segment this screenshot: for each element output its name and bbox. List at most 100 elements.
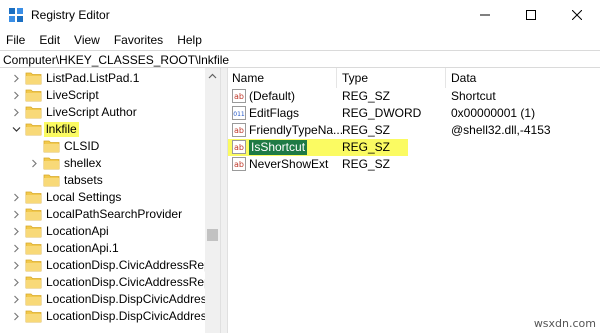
value-row[interactable]: ab (Default) REG_SZ Shortcut xyxy=(228,88,600,105)
chevron-right-icon[interactable] xyxy=(12,91,21,100)
tree-item[interactable]: LocationApi xyxy=(0,223,205,240)
chevron-right-icon[interactable] xyxy=(12,108,21,117)
column-header-data[interactable]: Data xyxy=(451,68,476,88)
svg-text:ab: ab xyxy=(234,92,244,101)
tree-item-label[interactable]: Local Settings xyxy=(44,190,123,205)
scroll-up-icon[interactable] xyxy=(208,72,217,81)
chevron-right-icon[interactable] xyxy=(12,193,21,202)
tree-item-label[interactable]: LocationDisp.CivicAddressReport xyxy=(44,258,220,273)
watermark: wsxdn.com xyxy=(533,317,596,330)
menu-help[interactable]: Help xyxy=(170,30,209,50)
registry-editor-icon xyxy=(9,8,23,22)
folder-icon xyxy=(43,174,60,187)
tree-item-label[interactable]: LocalPathSearchProvider xyxy=(44,207,184,222)
value-data: @shell32.dll,-4153 xyxy=(451,123,551,137)
value-name[interactable]: FriendlyTypeNa... xyxy=(249,123,343,138)
chevron-right-icon[interactable] xyxy=(30,159,39,168)
value-row[interactable]: ab NeverShowExt REG_SZ xyxy=(228,156,600,173)
chevron-right-icon[interactable] xyxy=(12,295,21,304)
pane-splitter[interactable] xyxy=(220,68,228,333)
maximize-button[interactable] xyxy=(508,0,554,30)
tree-item-label[interactable]: shellex xyxy=(62,156,103,171)
value-row[interactable]: 011 EditFlags REG_DWORD 0x00000001 (1) xyxy=(228,105,600,122)
value-type: REG_SZ xyxy=(342,157,391,171)
tree-item-label[interactable]: tabsets xyxy=(62,173,105,188)
value-data: 0x00000001 (1) xyxy=(451,106,536,120)
tree-item[interactable]: lnkfile xyxy=(0,121,205,138)
folder-icon xyxy=(43,140,60,153)
menu-edit[interactable]: Edit xyxy=(32,30,67,50)
tree-item[interactable]: LiveScript xyxy=(0,87,205,104)
tree-item[interactable]: ListPad.ListPad.1 xyxy=(0,70,205,87)
tree-vertical-scrollbar[interactable] xyxy=(205,68,220,333)
chevron-right-icon[interactable] xyxy=(12,278,21,287)
column-header-name[interactable]: Name xyxy=(232,68,264,88)
svg-text:ab: ab xyxy=(234,143,244,152)
value-row[interactable]: ab IsShortcut REG_SZ xyxy=(228,139,600,156)
address-path[interactable]: Computer\HKEY_CLASSES_ROOT\lnkfile xyxy=(3,53,229,67)
address-bar[interactable]: Computer\HKEY_CLASSES_ROOT\lnkfile xyxy=(0,50,600,68)
chevron-right-icon[interactable] xyxy=(12,227,21,236)
column-header-type[interactable]: Type xyxy=(342,68,368,88)
tree-item[interactable]: CLSID xyxy=(0,138,205,155)
value-type: REG_SZ xyxy=(342,123,391,137)
tree-item[interactable]: LocationDisp.CivicAddressReport xyxy=(0,274,220,291)
tree-item[interactable]: tabsets xyxy=(0,172,205,189)
close-button[interactable] xyxy=(554,0,600,30)
chevron-right-icon[interactable] xyxy=(12,210,21,219)
chevron-down-icon[interactable] xyxy=(12,125,21,134)
tree-item[interactable]: LocationApi.1 xyxy=(0,240,205,257)
tree-item[interactable]: shellex xyxy=(0,155,205,172)
scrollbar-thumb[interactable] xyxy=(207,229,218,241)
tree-item-label[interactable]: ListPad.ListPad.1 xyxy=(44,71,141,86)
value-name[interactable]: NeverShowExt xyxy=(249,157,328,172)
tree-item-label[interactable]: LiveScript xyxy=(44,88,101,103)
binary-value-icon: 011 xyxy=(232,106,246,120)
tree-item-label[interactable]: LocationDisp.DispCivicAddressRe xyxy=(44,309,220,324)
minimize-button[interactable] xyxy=(462,0,508,30)
folder-open-icon xyxy=(25,123,42,136)
tree-item-label[interactable]: lnkfile xyxy=(44,122,79,137)
tree-item[interactable]: LocationDisp.CivicAddressReport xyxy=(0,257,220,274)
tree-item-label[interactable]: LocationDisp.CivicAddressReport xyxy=(44,275,220,290)
tree-item-label[interactable]: CLSID xyxy=(62,139,101,154)
folder-icon xyxy=(25,293,42,306)
folder-icon xyxy=(25,89,42,102)
column-divider[interactable] xyxy=(445,68,446,88)
folder-icon xyxy=(25,72,42,85)
value-name[interactable]: EditFlags xyxy=(249,106,299,121)
value-name[interactable]: (Default) xyxy=(249,89,295,104)
string-value-icon: ab xyxy=(232,89,246,103)
tree-item[interactable]: LocationDisp.DispCivicAddressRe xyxy=(0,308,220,325)
column-divider[interactable] xyxy=(336,68,337,88)
tree-item-label[interactable]: LocationApi.1 xyxy=(44,241,121,256)
svg-text:ab: ab xyxy=(234,160,244,169)
value-list[interactable]: Name Type Data ab (Default) REG_SZ Shortcut… xyxy=(228,68,600,333)
tree-item[interactable]: Local Settings xyxy=(0,189,205,206)
folder-icon xyxy=(25,106,42,119)
chevron-right-icon[interactable] xyxy=(12,261,21,270)
folder-icon xyxy=(25,276,42,289)
folder-icon xyxy=(25,310,42,323)
key-tree[interactable]: ListPad.ListPad.1 LiveScript LiveScript Au… xyxy=(0,68,220,333)
tree-item[interactable]: LiveScript Author xyxy=(0,104,205,121)
chevron-right-icon[interactable] xyxy=(12,312,21,321)
menu-file[interactable]: File xyxy=(0,30,32,50)
minimize-icon xyxy=(480,14,490,16)
tree-item-label[interactable]: LocationApi xyxy=(44,224,111,239)
tree-item[interactable]: LocalPathSearchProvider xyxy=(0,206,205,223)
maximize-icon xyxy=(526,10,536,20)
tree-item-label[interactable]: LocationDisp.DispCivicAddressRe xyxy=(44,292,220,307)
menu-view[interactable]: View xyxy=(67,30,107,50)
folder-icon xyxy=(25,225,42,238)
tree-item-label[interactable]: LiveScript Author xyxy=(44,105,139,120)
value-row[interactable]: ab FriendlyTypeNa... REG_SZ @shell32.dll,-4… xyxy=(228,122,600,139)
folder-icon xyxy=(25,259,42,272)
tree-item[interactable]: LocationDisp.DispCivicAddressRe xyxy=(0,291,220,308)
chevron-right-icon[interactable] xyxy=(12,74,21,83)
menu-favorites[interactable]: Favorites xyxy=(107,30,170,50)
folder-icon xyxy=(43,157,60,170)
chevron-right-icon[interactable] xyxy=(12,244,21,253)
folder-icon xyxy=(25,242,42,255)
value-name[interactable]: IsShortcut xyxy=(249,140,308,155)
